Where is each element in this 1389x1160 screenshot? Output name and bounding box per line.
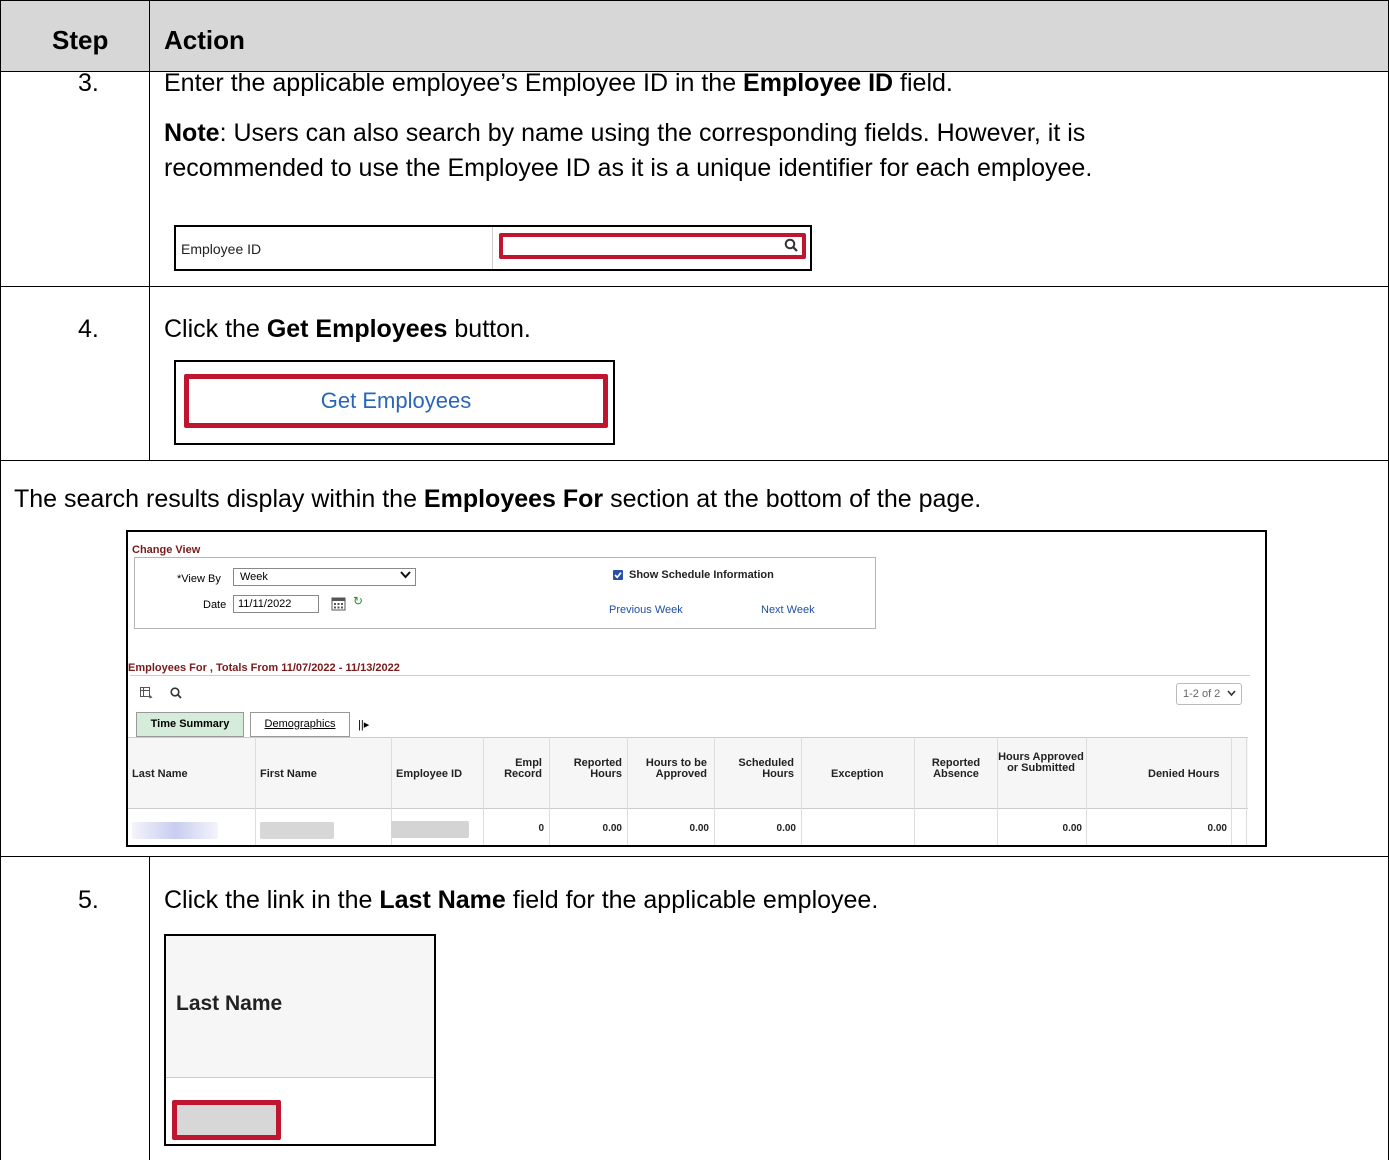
get-employees-screenshot: Get Employees (174, 360, 615, 445)
col-empl-record[interactable]: Empl Record (488, 758, 542, 780)
last-name-link[interactable] (132, 822, 218, 839)
instruction-table: Step Action 3. Enter the applicable empl… (0, 0, 1389, 1160)
col-denied-hours[interactable]: Denied Hours (1148, 769, 1220, 780)
header-action: Action (164, 25, 245, 55)
employee-id-field-row: Employee ID (174, 225, 812, 271)
last-name-zoom: Last Name (164, 934, 436, 1146)
col-exception[interactable]: Exception (831, 769, 884, 780)
timesheet-screenshot: Change View *View By Week Date 11/11/202… (126, 530, 1267, 847)
cell-hours-to-approve: 0.00 (689, 823, 709, 834)
col-hours-approved-submitted[interactable]: Hours Approved or Submitted (998, 752, 1084, 774)
employee-id-label: Employee ID (181, 241, 262, 257)
show-schedule-checkbox[interactable] (613, 570, 623, 583)
col-first-name[interactable]: First Name (260, 769, 317, 780)
step4-instruction: Click the Get Employees button. (164, 315, 531, 343)
col-reported-absence[interactable]: Reported Absence (926, 758, 986, 780)
change-view-title: Change View (132, 544, 201, 556)
step5-instruction: Click the link in the Last Name field fo… (164, 886, 879, 914)
previous-week-link[interactable]: Previous Week (609, 604, 683, 616)
employees-for-title: Employees For , Totals From 11/07/2022 -… (128, 662, 400, 674)
view-by-select[interactable]: Week (233, 568, 416, 586)
calendar-icon[interactable] (331, 596, 346, 614)
show-all-columns-icon[interactable]: ||▸ (358, 718, 369, 731)
search-icon[interactable] (170, 687, 182, 702)
header-step: Step (52, 25, 109, 55)
col-last-name[interactable]: Last Name (132, 769, 188, 780)
results-instruction: The search results display within the Em… (14, 485, 982, 513)
step4-number: 4. (78, 315, 99, 343)
view-by-value: Week (240, 571, 268, 583)
cell-empl-record: 0 (538, 823, 544, 834)
cell-denied-hours: 0.00 (1207, 823, 1227, 834)
next-week-link[interactable]: Next Week (761, 604, 815, 616)
change-view-box: *View By Week Date 11/11/2022 ↻ Show Sch… (134, 557, 876, 629)
pagination-text: 1-2 of 2 (1183, 688, 1221, 700)
step3-instruction: Enter the applicable employee’s Employee… (164, 69, 953, 97)
get-employees-button[interactable]: Get Employees (184, 374, 608, 428)
step3-note-line2: recommended to use the Employee ID as it… (164, 154, 1093, 182)
date-label: Date (203, 599, 227, 611)
step3-number: 3. (78, 69, 99, 97)
refresh-icon[interactable]: ↻ (353, 594, 363, 608)
last-name-header: Last Name (176, 992, 283, 1015)
view-by-label: *View By (177, 573, 221, 585)
employee-id-input[interactable] (499, 233, 806, 259)
col-reported-hours[interactable]: Reported Hours (554, 758, 622, 780)
personalize-icon[interactable] (140, 687, 153, 702)
show-schedule-label: Show Schedule Information (629, 569, 774, 581)
chevron-down-icon (1227, 688, 1236, 700)
step3-note-line1: Note: Users can also search by name usin… (164, 119, 1086, 147)
step5-number: 5. (78, 886, 99, 914)
cell-reported-hours: 0.00 (602, 823, 622, 834)
employee-id-redacted (391, 821, 469, 838)
tab-demographics[interactable]: Demographics (250, 712, 350, 737)
cell-scheduled-hours: 0.00 (776, 823, 796, 834)
get-employees-label: Get Employees (320, 388, 472, 413)
col-hours-to-be-approved[interactable]: Hours to be Approved (631, 758, 707, 780)
cell-approved-submitted: 0.00 (1062, 823, 1082, 834)
chevron-down-icon (400, 570, 411, 583)
pagination-select[interactable]: 1-2 of 2 (1176, 683, 1242, 705)
col-scheduled-hours[interactable]: Scheduled Hours (718, 758, 794, 780)
col-employee-id[interactable]: Employee ID (396, 769, 462, 780)
first-name-redacted (260, 822, 334, 839)
search-icon[interactable] (784, 238, 798, 257)
date-input[interactable]: 11/11/2022 (233, 595, 319, 613)
tab-time-summary[interactable]: Time Summary (136, 712, 244, 737)
last-name-link-highlight[interactable] (172, 1100, 281, 1140)
